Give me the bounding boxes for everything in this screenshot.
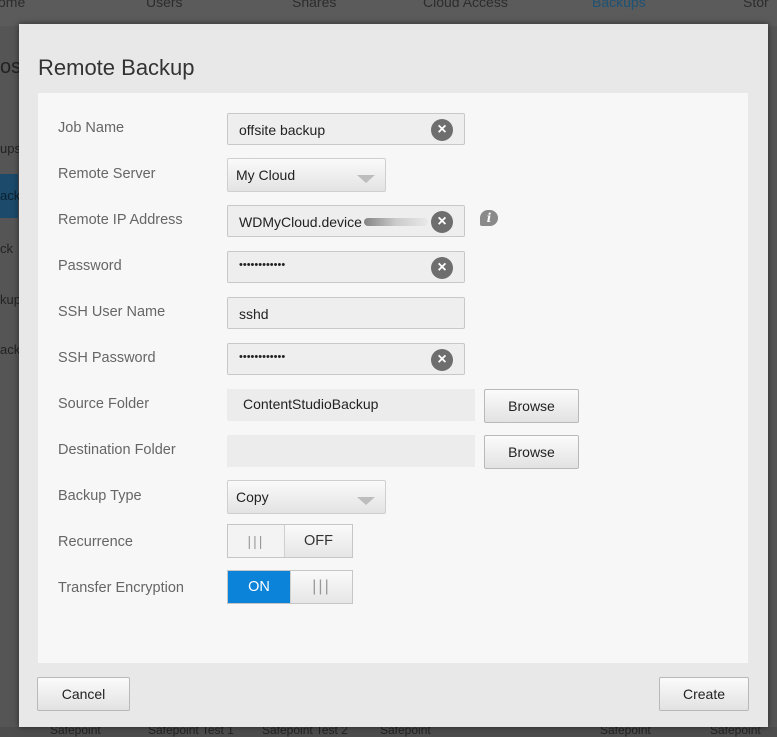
clear-icon[interactable]: × [431,211,453,233]
cancel-button[interactable]: Cancel [37,677,130,711]
password-value: •••••••••••• [239,259,286,271]
backup-type-select[interactable]: Copy [227,480,386,514]
password-label: Password [58,258,122,274]
bg-nav-home: ome [0,0,26,10]
clear-icon[interactable]: × [431,257,453,279]
bg-left-frag: kup [0,292,21,307]
background-list: Safepoint Safepoint Test 1 Safepoint Tes… [0,723,777,737]
bg-nav-storage: Stor [743,0,769,10]
source-folder-label: Source Folder [58,396,150,412]
bg-left-frag: ack [0,174,20,218]
ssh-user-label: SSH User Name [58,304,166,320]
ssh-password-value: •••••••••••• [239,351,286,363]
source-folder-value: ContentStudioBackup [243,396,379,412]
recurrence-label: Recurrence [58,534,133,550]
ssh-password-label: SSH Password [58,350,156,366]
dialog-title: Remote Backup [38,55,195,80]
recurrence-state: OFF [284,525,352,557]
remote-ip-input[interactable]: WDMyCloud.device × [227,205,465,237]
remote-server-label: Remote Server [58,166,156,182]
transfer-encryption-label: Transfer Encryption [58,580,184,596]
bg-left-frag: os [0,56,22,78]
ssh-user-input[interactable]: sshd [227,297,465,329]
bg-nav-cloud-access: Cloud Access [423,0,508,10]
recurrence-toggle[interactable]: ||| OFF [227,524,353,558]
destination-browse-button[interactable]: Browse [484,435,579,469]
remote-backup-dialog: Remote Backup Job Name offsite backup × … [19,24,768,727]
ssh-user-value: sshd [239,306,269,322]
remote-server-value: My Cloud [236,167,296,183]
bg-left-frag: ck [0,241,13,256]
source-browse-button[interactable]: Browse [484,389,579,423]
bg-left-frag: ups [0,141,21,156]
ssh-password-input[interactable]: •••••••••••• × [227,343,465,375]
transfer-encryption-state: ON [228,571,290,603]
chevron-down-icon [357,175,375,183]
bg-nav-backups: Backups [592,0,646,10]
backup-type-label: Backup Type [58,488,142,504]
chevron-down-icon [357,497,375,505]
redacted-text [364,218,428,226]
password-input[interactable]: •••••••••••• × [227,251,465,283]
background-right [768,26,777,737]
backup-type-value: Copy [236,489,269,505]
bg-nav-shares: Shares [292,0,337,10]
form-panel: Job Name offsite backup × Remote Server … [38,93,748,663]
info-icon[interactable]: i [480,210,498,226]
remote-server-select[interactable]: My Cloud [227,158,386,192]
clear-icon[interactable]: × [431,349,453,371]
create-button[interactable]: Create [659,677,749,711]
job-name-input[interactable]: offsite backup × [227,113,465,145]
remote-ip-value: WDMyCloud.device [239,214,362,230]
destination-folder-field[interactable] [227,435,475,467]
background-nav: ome Users Shares Cloud Access Backups St… [0,0,777,26]
clear-icon[interactable]: × [431,119,453,141]
transfer-encryption-toggle[interactable]: ON ||| [227,570,353,604]
bg-left-frag: ack [0,342,21,357]
remote-ip-label: Remote IP Address [58,212,183,228]
toggle-grip-icon: ||| [290,571,352,603]
job-name-label: Job Name [58,120,125,136]
bg-nav-users: Users [146,0,183,10]
source-folder-field[interactable]: ContentStudioBackup [227,389,475,421]
toggle-grip-icon: ||| [247,533,265,549]
job-name-value: offsite backup [239,122,326,138]
destination-folder-label: Destination Folder [58,442,176,458]
